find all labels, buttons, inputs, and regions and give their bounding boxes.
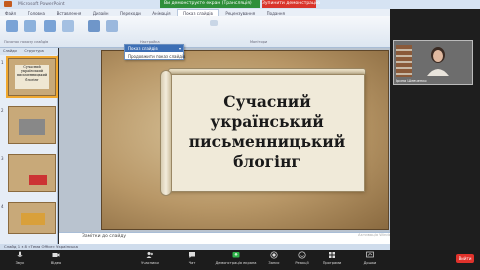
from-current-icon[interactable] [24,20,36,32]
apps-label: Програми [322,261,342,265]
scroll-roll-left [160,70,172,196]
whiteboards-label: Дошки [363,261,377,265]
record-icon [270,251,278,259]
slide-number: 1 [1,60,4,65]
slide-thumb-2[interactable] [8,106,56,144]
participants-label: Учасники [141,261,159,265]
broadcast-icon[interactable] [44,20,56,32]
apps-icon [329,252,335,258]
end-meeting-button[interactable]: Вийти [456,254,474,263]
participants-button[interactable]: Учасники [130,251,170,265]
notes-placeholder: Замітки до слайду [82,234,127,239]
slide-thumb-1[interactable]: Сучасний український письменницький блог… [6,56,58,98]
apps-button[interactable]: Програми [312,251,352,265]
chat-label: Чат [188,261,196,265]
share-screen-button[interactable]: Демонстрація екрана [212,251,260,265]
slide-thumb-title: Сучасний український письменницький блог… [15,65,49,89]
group-start-label: Початок показу слайдів [4,40,49,44]
slide-thumb-image [19,119,45,135]
video-button[interactable]: Відео [36,251,76,265]
tab-outline[interactable]: Структура [21,49,46,53]
slide-panel-tabs: Слайди Структура [0,48,58,55]
slide-title[interactable]: Сучасний український письменницький блог… [172,92,362,182]
video-label: Відео [50,261,62,265]
bookshelf-background [396,45,412,77]
audio-label: Звук [15,261,25,265]
slide-thumb-image [21,213,45,225]
participant-name: Ірина Шевченко [396,79,427,83]
app-logo-icon [4,1,12,7]
chevron-down-icon[interactable]: ▾ [179,45,181,52]
group-monitors-label: Монітори [250,40,268,44]
camera-icon [52,253,60,257]
chat-icon [189,252,195,258]
participant-avatar [427,47,449,76]
slide-number: 4 [1,204,4,209]
whiteboard-icon [366,251,374,258]
hide-slide-icon[interactable] [106,20,118,32]
setup-show-icon[interactable] [88,20,100,32]
share-screen-label: Демонстрація екрана [215,261,257,265]
slide-number: 3 [1,156,4,161]
dropdown-selected[interactable]: Показ слайдів [125,45,183,52]
ribbon-tabs: Файл Головна Вставлення Дизайн Переходи … [0,9,390,17]
slide-thumb-4[interactable] [8,202,56,234]
monitor-icon[interactable] [210,20,218,26]
share-screen-icon [232,252,240,258]
slide-number: 2 [1,108,4,113]
dropdown-option[interactable]: Продовжити показ слайдів [125,53,185,60]
tab-slides[interactable]: Слайди [0,49,20,53]
custom-show-icon[interactable] [62,20,74,32]
microphone-icon [17,251,23,257]
whiteboards-button[interactable]: Дошки [350,251,390,265]
reactions-icon [298,251,306,259]
audio-button[interactable]: Звук [0,251,40,265]
participants-icon [146,252,153,258]
app-title: Microsoft PowerPoint [18,2,65,7]
slideshow-dropdown[interactable]: Показ слайдів ▾ Продовжити показ слайдів [124,44,185,60]
from-beginning-icon[interactable] [6,20,18,32]
slide-thumb-3[interactable] [8,154,56,192]
stop-share-button[interactable]: Зупинити демонстрацію [262,0,320,8]
slide-thumb-image [29,175,47,185]
sharing-banner: Ви демонструєте екран (Трансляція) [160,0,260,8]
chat-button[interactable]: Чат [172,251,212,265]
ribbon: Початок показу слайдів Настройка Монітор… [0,16,390,48]
